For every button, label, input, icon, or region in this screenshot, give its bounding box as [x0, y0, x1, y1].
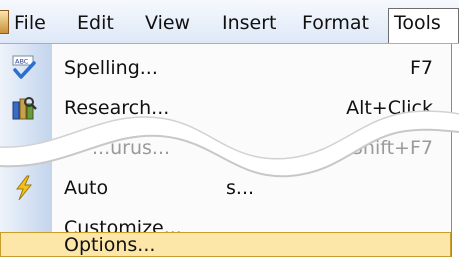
menu-item-label: Options... [64, 234, 156, 256]
app-icon [0, 10, 9, 34]
tools-dropdown-menu: ABC Spelling... F7 Research... Alt+Click… [0, 44, 452, 257]
svg-text:ABC: ABC [15, 58, 29, 66]
menu-format[interactable]: Format [302, 9, 369, 37]
menu-item-label: Spelling... [64, 57, 158, 79]
menu-item-shortcut: F7 [409, 57, 433, 79]
menu-item-spelling[interactable]: ABC Spelling... F7 [0, 48, 451, 88]
menu-item-options[interactable]: Options... [0, 232, 451, 257]
menu-item-autocorrect[interactable]: Auto s... [0, 168, 451, 208]
menu-item-shortcut: Alt+Click [346, 97, 433, 119]
menu-bar: File Edit View Insert Format Tools [0, 0, 459, 44]
menu-insert[interactable]: Insert [222, 9, 277, 37]
menu-item-label-tail: s... [226, 177, 255, 199]
menu-edit[interactable]: Edit [77, 9, 114, 37]
menu-item-label: Research... [64, 97, 170, 119]
menu-item-research[interactable]: Research... Alt+Click [0, 88, 451, 128]
menu-tools[interactable]: Tools [388, 8, 459, 43]
menu-item-label: ...urus... [92, 137, 171, 159]
menu-item-label: Auto [64, 177, 109, 199]
menu-item-thesaurus[interactable]: ...urus... Shift+F7 [0, 128, 451, 168]
autocorrect-lightning-icon [15, 175, 33, 201]
menu-view[interactable]: View [145, 9, 190, 37]
menu-file[interactable]: File [14, 9, 46, 37]
spelling-abc-check-icon: ABC [12, 55, 36, 79]
menu-item-shortcut: Shift+F7 [350, 137, 433, 159]
research-books-icon [12, 97, 37, 120]
